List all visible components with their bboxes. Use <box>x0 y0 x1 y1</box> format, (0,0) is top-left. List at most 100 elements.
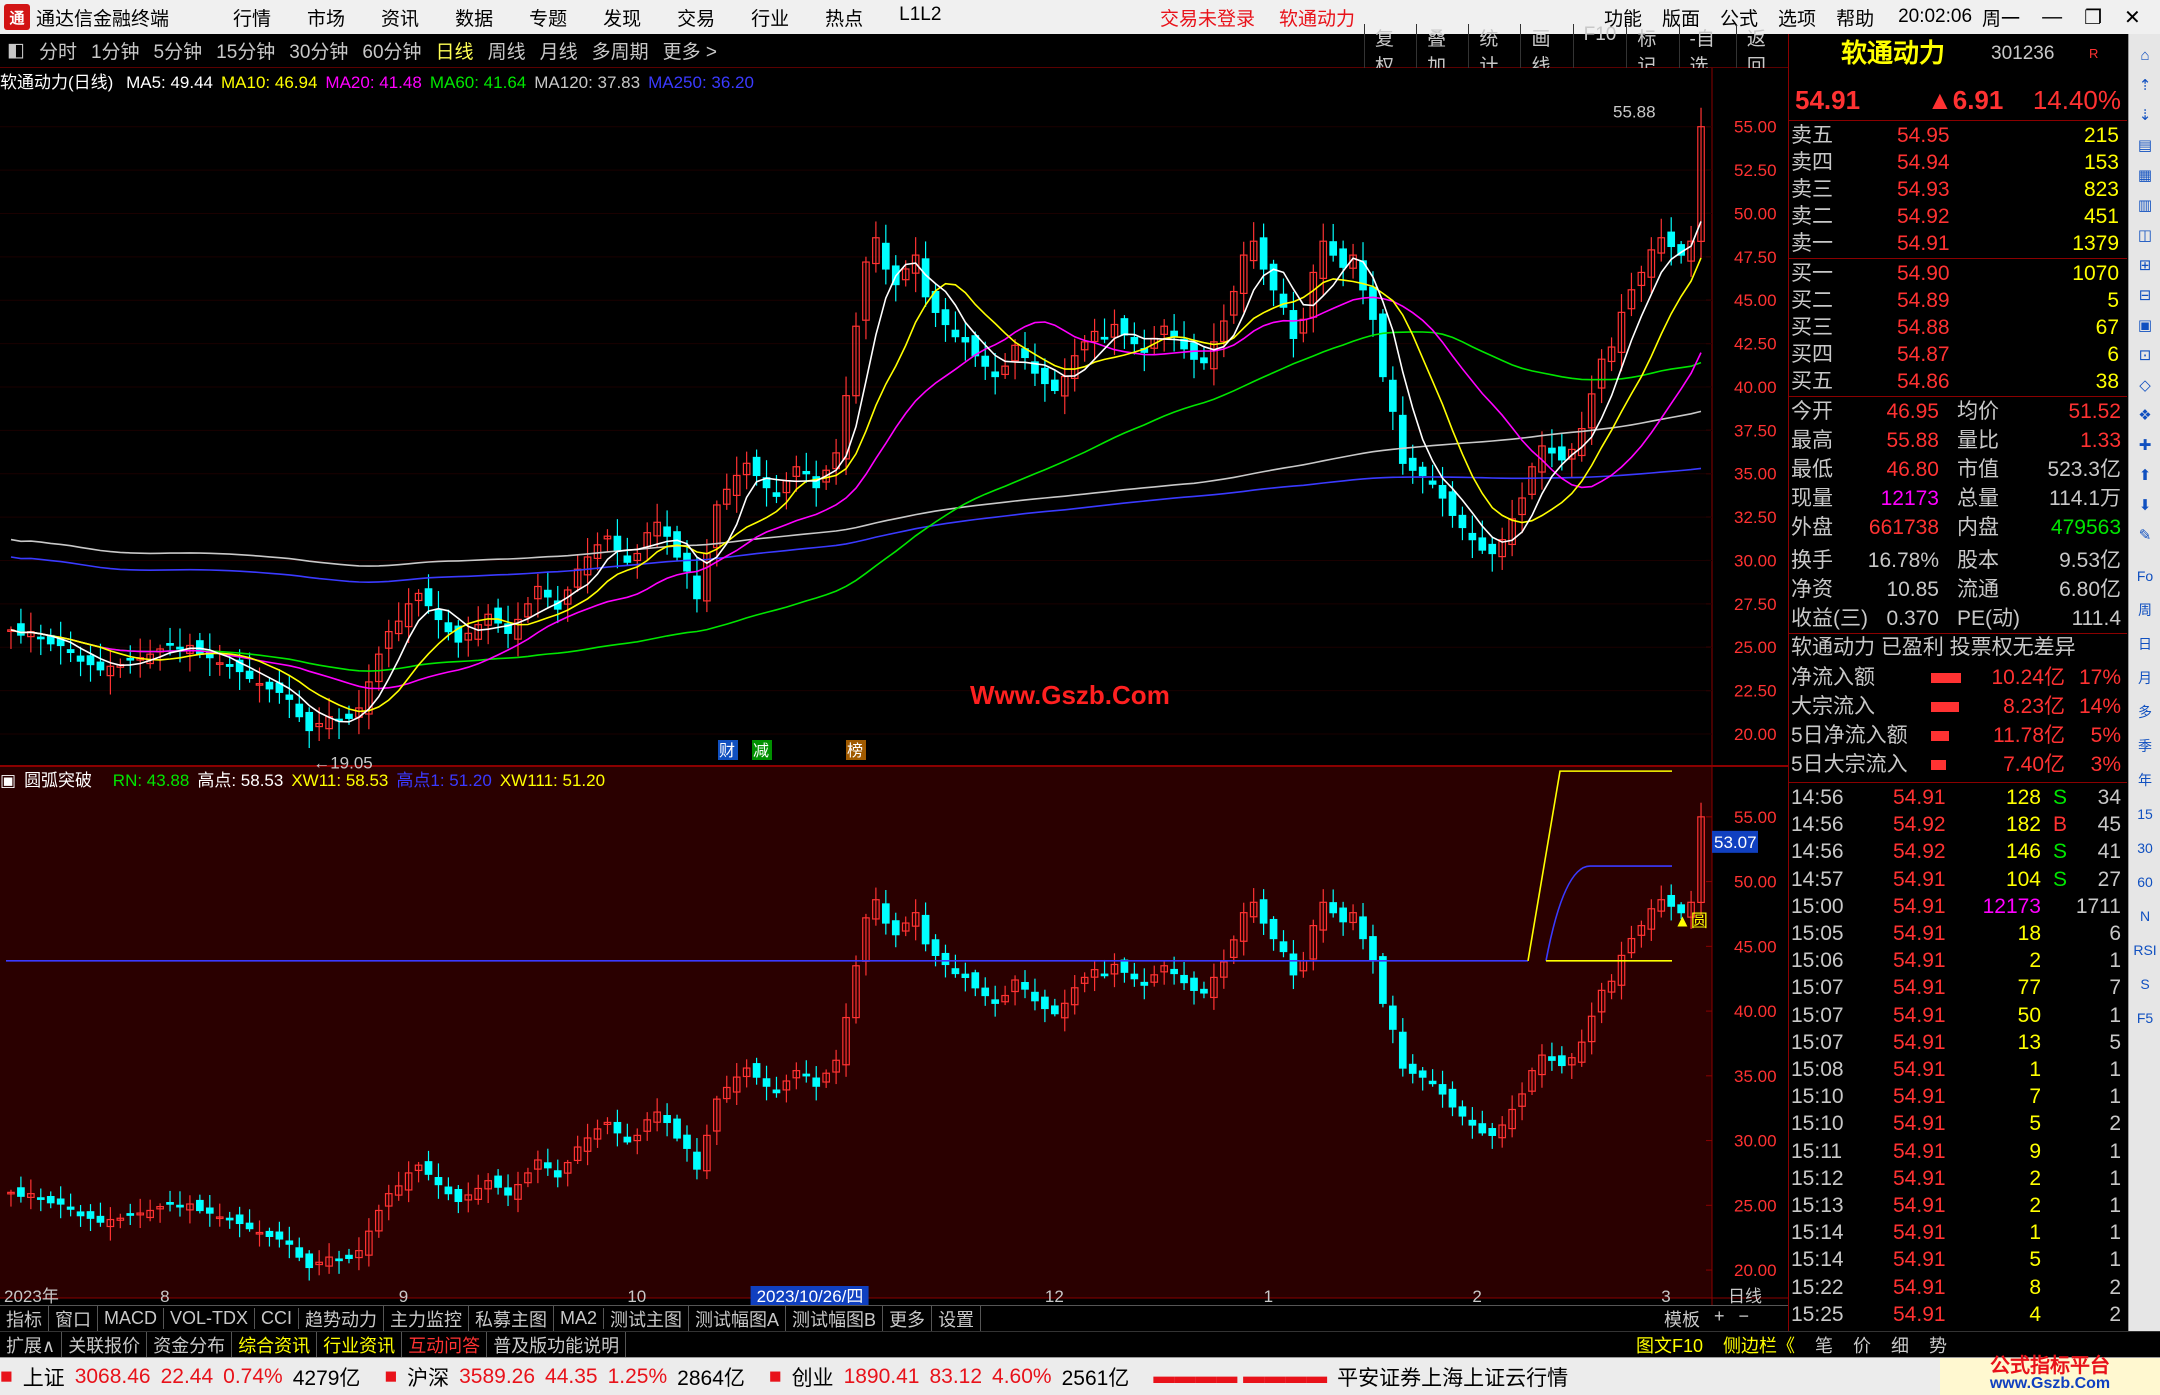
side-tool-icon-14[interactable]: ⬆ <box>2133 464 2157 488</box>
layout-toggle-icon[interactable]: ◧ <box>0 39 32 62</box>
extension-tab-5[interactable]: 互动问答 <box>402 1331 488 1358</box>
extension-tab-3[interactable]: 综合资讯 <box>232 1331 318 1358</box>
extension-right-3[interactable]: 价 <box>1853 1332 1871 1358</box>
extension-tab-1[interactable]: 关联报价 <box>62 1331 148 1358</box>
period-tab-5[interactable]: 60分钟 <box>355 37 428 64</box>
tick-volume: 1 <box>2029 1221 2041 1245</box>
minimize-button[interactable]: — <box>2042 6 2062 29</box>
indicator-tab-6[interactable]: 主力监控 <box>384 1305 470 1332</box>
side-tool-2[interactable]: 日 <box>2133 632 2157 656</box>
menu-item-9[interactable]: L1L2 <box>899 4 941 31</box>
menu-item-7[interactable]: 行业 <box>751 4 789 31</box>
menu-item-8[interactable]: 热点 <box>825 4 863 31</box>
index-p-0: 0.74% <box>223 1364 283 1388</box>
indicator-tab-9[interactable]: 测试主图 <box>604 1305 690 1332</box>
menu-item-5[interactable]: 发现 <box>603 4 641 31</box>
period-tab-8[interactable]: 月线 <box>533 37 585 64</box>
period-tab-1[interactable]: 1分钟 <box>84 37 147 64</box>
side-tool-icon-5[interactable]: ▥ <box>2133 194 2157 218</box>
side-tool-icon-0[interactable]: ⌂ <box>2133 44 2157 68</box>
indicator-tab-3[interactable]: VOL-TDX <box>164 1308 256 1329</box>
index-name-1[interactable]: 沪深 <box>407 1362 449 1392</box>
period-tab-4[interactable]: 30分钟 <box>282 37 355 64</box>
side-tool-icon-13[interactable]: ✚ <box>2133 434 2157 458</box>
side-tool-7[interactable]: 15 <box>2133 802 2157 826</box>
period-tab-7[interactable]: 周线 <box>481 37 533 64</box>
extension-tab-0[interactable]: 扩展∧ <box>0 1331 63 1358</box>
side-tool-icon-9[interactable]: ▣ <box>2133 314 2157 338</box>
extension-right-0[interactable]: 图文F10 <box>1636 1332 1703 1358</box>
side-tool-5[interactable]: 季 <box>2133 734 2157 758</box>
extension-right-4[interactable]: 细 <box>1891 1332 1909 1358</box>
extension-right-2[interactable]: 笔 <box>1815 1332 1833 1358</box>
side-tool-icon-6[interactable]: ◫ <box>2133 224 2157 248</box>
index-name-0[interactable]: 上证 <box>23 1362 65 1392</box>
side-tool-icon-3[interactable]: ▤ <box>2133 134 2157 158</box>
menu-item-3[interactable]: 数据 <box>455 4 493 31</box>
side-tool-1[interactable]: 周 <box>2133 598 2157 622</box>
side-tool-icon-12[interactable]: ❖ <box>2133 404 2157 428</box>
tick-count: 41 <box>2097 840 2121 864</box>
side-tool-11[interactable]: RSI <box>2133 938 2157 962</box>
side-tool-10[interactable]: N <box>2133 904 2157 928</box>
extension-right-5[interactable]: 势 <box>1929 1332 1947 1358</box>
indicator-tab-4[interactable]: CCI <box>255 1308 300 1329</box>
extension-tab-6[interactable]: 普及版功能说明 <box>487 1331 627 1358</box>
menu-status-0[interactable]: 交易未登录 <box>1160 4 1255 31</box>
period-tab-9[interactable]: 多周期 <box>585 37 656 64</box>
side-tool-8[interactable]: 30 <box>2133 836 2157 860</box>
side-tool-4[interactable]: 多 <box>2133 700 2157 724</box>
side-tool-3[interactable]: 月 <box>2133 666 2157 690</box>
menu-item-1[interactable]: 市场 <box>307 4 345 31</box>
extension-right-1[interactable]: 侧边栏《 <box>1723 1332 1795 1358</box>
side-tool-icon-16[interactable]: ✎ <box>2133 524 2157 548</box>
side-tool-icon-11[interactable]: ◇ <box>2133 374 2157 398</box>
side-tool-0[interactable]: Fo <box>2133 564 2157 588</box>
template-control-1[interactable]: + <box>1714 1306 1725 1332</box>
indicator-tab-12[interactable]: 更多 <box>883 1305 933 1332</box>
period-tab-0[interactable]: 分时 <box>32 37 84 64</box>
template-control-2[interactable]: − <box>1739 1306 1750 1332</box>
indicator-tab-1[interactable]: 窗口 <box>49 1305 98 1332</box>
side-tool-icon-7[interactable]: ⊞ <box>2133 254 2157 278</box>
side-toolbar: ⌂ ⇡ ⇣ ▤ ▦ ▥ ◫ ⊞ ⊟ ▣ ⊡ ◇ ❖ ✚ ⬆ ⬇ ✎ Fo 周日月多季年 15 30 60 N RSI S F5 <box>2128 34 2160 1360</box>
side-tool-icon-2[interactable]: ⇣ <box>2133 104 2157 128</box>
period-tab-2[interactable]: 5分钟 <box>147 37 210 64</box>
indicator-tab-8[interactable]: MA2 <box>554 1308 605 1329</box>
menu-item-0[interactable]: 行情 <box>233 4 271 31</box>
tick-count: 27 <box>2097 867 2121 891</box>
side-tool-6[interactable]: 年 <box>2133 768 2157 792</box>
template-control-0[interactable]: 模板 <box>1664 1306 1700 1332</box>
candle-body <box>613 535 622 551</box>
menu-item-2[interactable]: 资讯 <box>381 4 419 31</box>
indicator-tab-11[interactable]: 测试幅图B <box>786 1305 884 1332</box>
indicator-tab-13[interactable]: 设置 <box>932 1305 982 1332</box>
side-tool-12[interactable]: S <box>2133 972 2157 996</box>
side-tool-icon-8[interactable]: ⊟ <box>2133 284 2157 308</box>
indicator-tab-7[interactable]: 私募主图 <box>469 1305 555 1332</box>
restore-button[interactable]: ❐ <box>2084 5 2102 30</box>
side-tool-13[interactable]: F5 <box>2133 1006 2157 1030</box>
indicator-tab-10[interactable]: 测试幅图A <box>689 1305 787 1332</box>
side-tool-icon-15[interactable]: ⬇ <box>2133 494 2157 518</box>
menu-status-1[interactable]: 软通动力 <box>1279 4 1355 31</box>
extension-tab-4[interactable]: 行业资讯 <box>317 1331 403 1358</box>
period-tab-3[interactable]: 15分钟 <box>209 37 282 64</box>
chart-area[interactable]: 55.00 52.50 50.00 47.50 45.00 42.50 40.00 37.50… <box>0 68 1788 1305</box>
period-tab-6[interactable]: 日线 <box>429 37 481 64</box>
menu-right-item-4[interactable]: 帮助 <box>1836 4 1874 31</box>
indicator-tab-2[interactable]: MACD <box>98 1308 164 1329</box>
period-tab-10[interactable]: 更多 > <box>656 37 724 64</box>
close-button[interactable]: ✕ <box>2124 5 2141 30</box>
side-tool-icon-4[interactable]: ▦ <box>2133 164 2157 188</box>
side-tool-9[interactable]: 60 <box>2133 870 2157 894</box>
indicator-tab-5[interactable]: 趋势动力 <box>299 1305 385 1332</box>
side-tool-icon-1[interactable]: ⇡ <box>2133 74 2157 98</box>
menu-item-6[interactable]: 交易 <box>677 4 715 31</box>
extension-tab-2[interactable]: 资金分布 <box>147 1331 233 1358</box>
side-tool-icon-10[interactable]: ⊡ <box>2133 344 2157 368</box>
divider <box>1789 120 2127 121</box>
index-name-2[interactable]: 创业 <box>792 1362 834 1392</box>
indicator-tab-0[interactable]: 指标 <box>0 1305 49 1332</box>
menu-item-4[interactable]: 专题 <box>529 4 567 31</box>
